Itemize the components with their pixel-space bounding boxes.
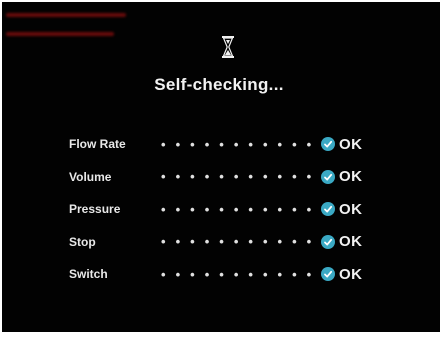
check-label: Pressure bbox=[69, 202, 121, 217]
status-text: OK bbox=[339, 233, 363, 251]
check-label: Stop bbox=[69, 234, 96, 249]
check-icon bbox=[321, 234, 335, 249]
page-title: Self-checking... bbox=[154, 75, 284, 94]
check-row-switch: Switch • • • • • • • • • • • OK bbox=[69, 258, 389, 291]
check-icon bbox=[321, 267, 335, 282]
check-list: Flow Rate • • • • • • • • • • • OK Volum… bbox=[69, 128, 389, 291]
check-row-volume: Volume • • • • • • • • • • • OK bbox=[69, 161, 389, 194]
dot-leader: • • • • • • • • • • • bbox=[161, 201, 311, 217]
status-text: OK bbox=[339, 135, 363, 153]
check-label: Volume bbox=[69, 169, 112, 184]
check-icon bbox=[321, 169, 335, 184]
dot-leader: • • • • • • • • • • • bbox=[161, 169, 311, 185]
dot-leader: • • • • • • • • • • • bbox=[161, 266, 311, 282]
hourglass-icon bbox=[222, 36, 234, 58]
device-screen: Self-checking... Flow Rate • • • • • • •… bbox=[2, 2, 440, 332]
redacted-text-mark bbox=[6, 13, 126, 17]
dot-leader: • • • • • • • • • • • bbox=[161, 234, 311, 250]
check-icon bbox=[321, 202, 335, 217]
status-text: OK bbox=[339, 265, 363, 283]
check-row-pressure: Pressure • • • • • • • • • • • OK bbox=[69, 193, 389, 226]
check-row-stop: Stop • • • • • • • • • • • OK bbox=[69, 226, 389, 259]
check-row-flow-rate: Flow Rate • • • • • • • • • • • OK bbox=[69, 128, 389, 161]
check-icon bbox=[321, 137, 335, 152]
check-label: Flow Rate bbox=[69, 137, 126, 152]
dot-leader: • • • • • • • • • • • bbox=[161, 136, 311, 152]
status-text: OK bbox=[339, 168, 363, 186]
status-text: OK bbox=[339, 200, 363, 218]
redacted-text-mark bbox=[6, 32, 114, 36]
check-label: Switch bbox=[69, 267, 108, 282]
